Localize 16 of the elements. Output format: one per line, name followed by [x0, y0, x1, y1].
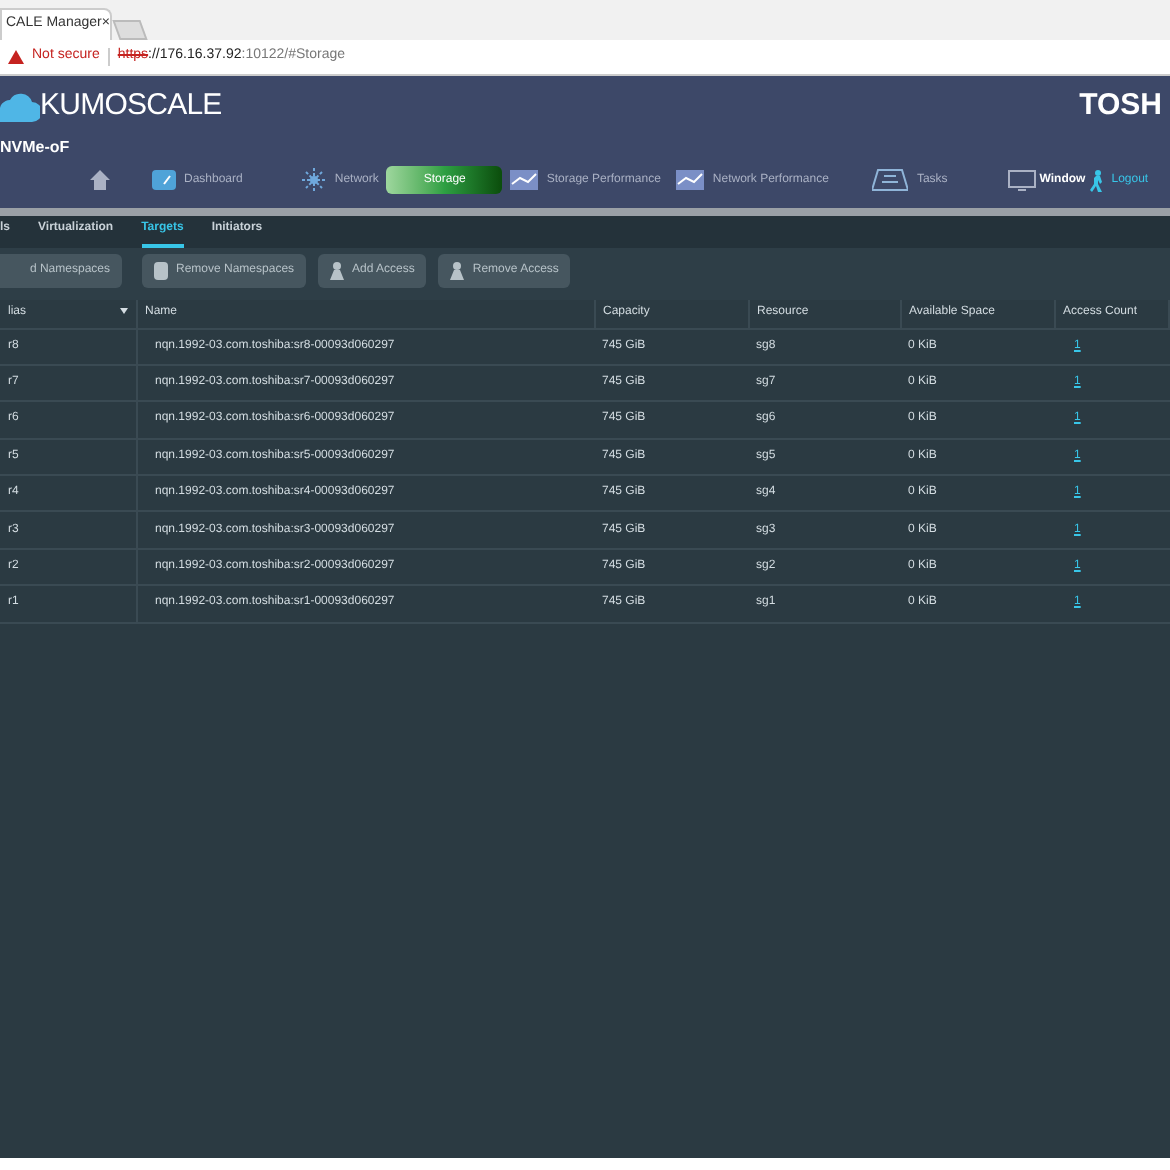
sort-caret-icon	[119, 308, 127, 315]
brand-text: TOSH	[1079, 85, 1162, 126]
chart-icon	[510, 168, 539, 192]
logo-text: KUMOSCALE	[40, 85, 222, 126]
subtitle: NVMe-oF	[0, 136, 70, 160]
warning-icon	[8, 50, 24, 64]
home-icon	[88, 168, 112, 192]
grid-icon	[872, 168, 909, 192]
network-icon	[302, 168, 327, 192]
walking-figure-icon	[1089, 169, 1104, 191]
cloud-icon	[0, 88, 40, 124]
person-icon	[450, 262, 465, 280]
home-button[interactable]	[88, 166, 112, 194]
chart-icon	[676, 168, 705, 192]
person-icon	[330, 262, 345, 280]
monitor-icon	[1007, 169, 1036, 191]
